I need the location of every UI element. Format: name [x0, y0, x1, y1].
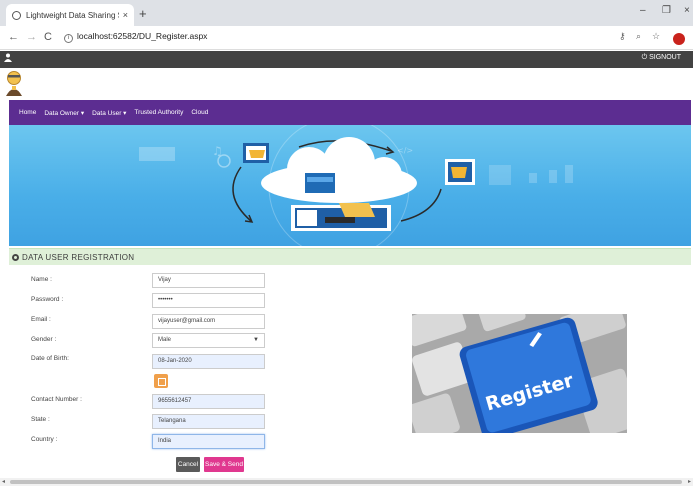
- nav-cloud[interactable]: Cloud: [191, 109, 208, 116]
- save-send-button[interactable]: Save & Send: [204, 457, 244, 472]
- email-label: Email :: [31, 316, 51, 323]
- browser-tab[interactable]: Lightweight Data Sharing Scheme ×: [6, 4, 134, 26]
- globe-icon: [12, 10, 21, 20]
- dob-label: Date of Birth:: [31, 355, 69, 362]
- new-tab-icon[interactable]: +: [139, 6, 147, 21]
- info-icon[interactable]: i: [64, 34, 73, 43]
- password-field[interactable]: •••••••: [152, 293, 265, 308]
- contact-field[interactable]: 9655612457: [152, 394, 265, 409]
- reload-icon[interactable]: C: [44, 31, 52, 43]
- nav-trusted-authority[interactable]: Trusted Authority: [134, 109, 183, 116]
- forward-icon[interactable]: →: [26, 31, 37, 43]
- state-field[interactable]: Telangana: [152, 414, 265, 429]
- browser-tab-bar: Lightweight Data Sharing Scheme × + – ❐ …: [0, 0, 693, 26]
- country-label: Country :: [31, 436, 58, 443]
- url-path: :62582/DU_Register.aspx: [110, 31, 208, 41]
- circle-icon: [12, 253, 19, 261]
- dob-field[interactable]: 08-Jan-2020: [152, 354, 265, 369]
- country-field[interactable]: India: [152, 434, 265, 449]
- url-host: localhost: [77, 31, 111, 41]
- signout-label: SIGNOUT: [649, 54, 681, 61]
- zoom-icon[interactable]: ⌕: [636, 31, 641, 42]
- profile-avatar[interactable]: [673, 33, 685, 45]
- cloud-banner: ♫ </>: [9, 125, 691, 246]
- gender-value: Male: [158, 337, 172, 343]
- scroll-left-icon[interactable]: ◂: [2, 478, 5, 485]
- back-icon[interactable]: ←: [8, 31, 19, 43]
- tab-title: Lightweight Data Sharing Scheme: [26, 10, 119, 20]
- name-label: Name :: [31, 276, 52, 283]
- calendar-icon[interactable]: [154, 374, 168, 388]
- nav-data-owner[interactable]: Data Owner ▾: [44, 109, 84, 117]
- restore-icon[interactable]: ❐: [662, 5, 671, 16]
- password-label: Password :: [31, 296, 64, 303]
- signout-icon: ⏻: [641, 54, 650, 61]
- chevron-down-icon: ▼: [253, 337, 259, 343]
- star-icon[interactable]: ☆: [652, 31, 660, 42]
- svg-text:♫: ♫: [212, 144, 223, 158]
- top-strip: ⏻ SIGNOUT: [0, 51, 693, 68]
- svg-text:</>: </>: [397, 146, 413, 155]
- nav-data-user[interactable]: Data User ▾: [92, 109, 126, 117]
- name-field[interactable]: Vijay: [152, 273, 265, 288]
- gender-label: Gender :: [31, 336, 57, 343]
- horizontal-scrollbar[interactable]: ◂ ▸: [0, 478, 693, 486]
- email-field[interactable]: vijayuser@gmail.com: [152, 314, 265, 329]
- main-nav: Home Data Owner ▾ Data User ▾ Trusted Au…: [9, 100, 691, 125]
- scroll-right-icon[interactable]: ▸: [688, 478, 691, 485]
- cancel-button[interactable]: Cancel: [176, 457, 200, 472]
- gender-select[interactable]: Male ▼: [152, 333, 265, 348]
- nav-home[interactable]: Home: [19, 109, 36, 116]
- window-close-icon[interactable]: ×: [684, 5, 690, 16]
- section-title: DATA USER REGISTRATION: [22, 252, 135, 262]
- user-icon[interactable]: [4, 53, 12, 64]
- minimize-icon[interactable]: –: [640, 5, 646, 16]
- scrollbar-thumb[interactable]: [10, 480, 682, 484]
- state-label: State :: [31, 416, 50, 423]
- url-field[interactable]: i localhost:62582/DU_Register.aspx: [64, 31, 207, 43]
- tab-close-icon[interactable]: ×: [123, 10, 128, 20]
- app-logo: [4, 70, 24, 96]
- key-icon[interactable]: ⚷: [619, 31, 626, 42]
- address-bar: ← → C i localhost:62582/DU_Register.aspx …: [0, 26, 693, 50]
- register-keyboard-image: Register: [412, 314, 627, 433]
- signout-button[interactable]: ⏻ SIGNOUT: [642, 54, 681, 62]
- section-header: DATA USER REGISTRATION: [9, 248, 691, 265]
- contact-label: Contact Number :: [31, 396, 82, 403]
